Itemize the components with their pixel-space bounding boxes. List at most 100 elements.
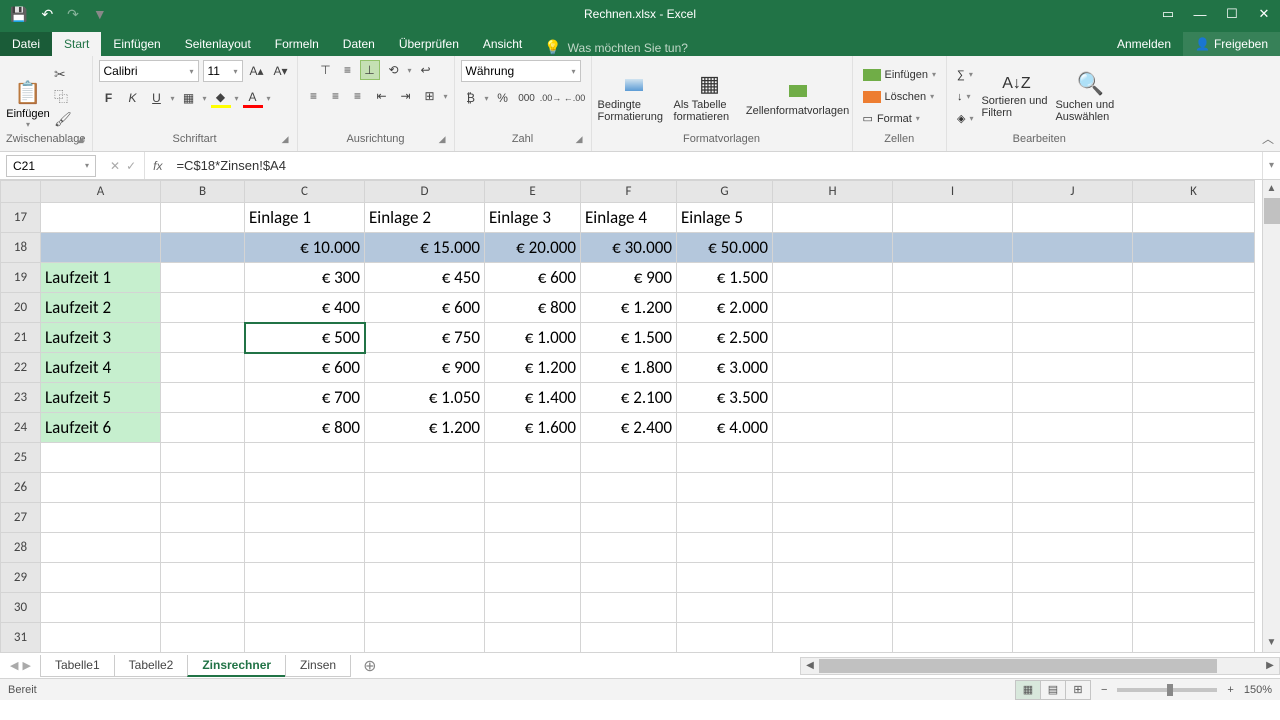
- save-icon[interactable]: 💾: [10, 6, 27, 23]
- cell[interactable]: [245, 473, 365, 503]
- cell[interactable]: [1133, 203, 1255, 233]
- cell[interactable]: [161, 383, 245, 413]
- cell[interactable]: [365, 593, 485, 623]
- autosum-button[interactable]: ∑▾: [953, 65, 977, 85]
- cell[interactable]: [161, 203, 245, 233]
- sheet-tab[interactable]: Zinsrechner: [187, 655, 286, 677]
- cell[interactable]: [161, 443, 245, 473]
- cell[interactable]: € 2.500: [677, 323, 773, 353]
- cell[interactable]: [893, 353, 1013, 383]
- cell[interactable]: [1133, 233, 1255, 263]
- row-header[interactable]: 31: [1, 623, 41, 653]
- cell[interactable]: € 500: [245, 323, 365, 353]
- percent-icon[interactable]: %: [493, 88, 513, 108]
- align-middle-icon[interactable]: ≡: [338, 60, 358, 80]
- ribbon-display-icon[interactable]: ▭: [1152, 0, 1184, 28]
- row-header[interactable]: 28: [1, 533, 41, 563]
- add-sheet-button[interactable]: ⊕: [351, 656, 388, 676]
- cell[interactable]: € 900: [581, 263, 677, 293]
- cell[interactable]: [41, 593, 161, 623]
- cell[interactable]: € 300: [245, 263, 365, 293]
- align-left-icon[interactable]: ≡: [304, 86, 324, 106]
- cell[interactable]: [773, 593, 893, 623]
- row-header[interactable]: 18: [1, 233, 41, 263]
- cell[interactable]: € 800: [485, 293, 581, 323]
- cell[interactable]: [1013, 323, 1133, 353]
- zoom-level[interactable]: 150%: [1244, 684, 1272, 696]
- cell[interactable]: [893, 413, 1013, 443]
- orientation-icon[interactable]: ⟲: [384, 60, 404, 80]
- cell[interactable]: [161, 503, 245, 533]
- paste-button[interactable]: 📋 Einfügen ▾: [6, 65, 50, 129]
- column-header[interactable]: H: [773, 181, 893, 203]
- cell[interactable]: [1013, 593, 1133, 623]
- cell[interactable]: [677, 563, 773, 593]
- cell[interactable]: [773, 323, 893, 353]
- cell[interactable]: [773, 293, 893, 323]
- bold-button[interactable]: F: [99, 88, 119, 108]
- expand-formula-bar-icon[interactable]: ▾: [1262, 152, 1280, 179]
- find-select-button[interactable]: 🔍Suchen und Auswählen: [1055, 71, 1125, 123]
- cell[interactable]: [893, 323, 1013, 353]
- decrease-decimal-icon[interactable]: ←.00: [565, 88, 585, 108]
- tab-file[interactable]: Datei: [0, 32, 52, 56]
- cell[interactable]: [893, 473, 1013, 503]
- cell[interactable]: € 1.600: [485, 413, 581, 443]
- cell[interactable]: Einlage 2: [365, 203, 485, 233]
- cell[interactable]: [677, 503, 773, 533]
- cell[interactable]: € 750: [365, 323, 485, 353]
- cell[interactable]: Einlage 1: [245, 203, 365, 233]
- cell[interactable]: [161, 413, 245, 443]
- cell[interactable]: [245, 623, 365, 653]
- row-header[interactable]: 26: [1, 473, 41, 503]
- cell[interactable]: [1133, 563, 1255, 593]
- copy-icon[interactable]: ⿻: [54, 87, 72, 107]
- cell[interactable]: [161, 353, 245, 383]
- cell[interactable]: [1013, 443, 1133, 473]
- row-header[interactable]: 24: [1, 413, 41, 443]
- clear-button[interactable]: ◈▾: [953, 109, 977, 129]
- scroll-down-icon[interactable]: ▼: [1263, 634, 1280, 652]
- cell[interactable]: [773, 473, 893, 503]
- cell[interactable]: [1133, 623, 1255, 653]
- cancel-formula-icon[interactable]: ✕: [110, 159, 120, 173]
- cell[interactable]: [677, 593, 773, 623]
- tab-start[interactable]: Start: [52, 32, 101, 56]
- cell[interactable]: [773, 383, 893, 413]
- cell[interactable]: € 1.200: [581, 293, 677, 323]
- cell[interactable]: € 800: [245, 413, 365, 443]
- cell[interactable]: [1133, 413, 1255, 443]
- cell[interactable]: € 20.000: [485, 233, 581, 263]
- row-header[interactable]: 29: [1, 563, 41, 593]
- cell[interactable]: [485, 533, 581, 563]
- cell[interactable]: [773, 503, 893, 533]
- cell[interactable]: € 3.500: [677, 383, 773, 413]
- underline-button[interactable]: U: [147, 88, 167, 108]
- cell[interactable]: € 1.050: [365, 383, 485, 413]
- cell[interactable]: [161, 293, 245, 323]
- cell[interactable]: [1133, 263, 1255, 293]
- cell[interactable]: [161, 473, 245, 503]
- cell[interactable]: [485, 623, 581, 653]
- tab-review[interactable]: Überprüfen: [387, 32, 471, 56]
- column-header[interactable]: F: [581, 181, 677, 203]
- enter-formula-icon[interactable]: ✓: [126, 159, 136, 173]
- cell[interactable]: [161, 233, 245, 263]
- share-button[interactable]: 👤 Freigeben: [1183, 32, 1280, 56]
- cell[interactable]: [893, 443, 1013, 473]
- redo-icon[interactable]: ↷: [67, 6, 79, 23]
- cell[interactable]: [893, 503, 1013, 533]
- sheet-nav-next-icon[interactable]: ▶: [22, 659, 30, 672]
- cell[interactable]: [485, 503, 581, 533]
- borders-icon[interactable]: ▦: [179, 88, 199, 108]
- cell[interactable]: [1013, 473, 1133, 503]
- tab-view[interactable]: Ansicht: [471, 32, 534, 56]
- cell[interactable]: [41, 473, 161, 503]
- cell[interactable]: € 50.000: [677, 233, 773, 263]
- column-header[interactable]: D: [365, 181, 485, 203]
- signin-button[interactable]: Anmelden: [1105, 32, 1183, 56]
- cell[interactable]: € 1.800: [581, 353, 677, 383]
- cell[interactable]: [893, 263, 1013, 293]
- normal-view-button[interactable]: ▦: [1015, 680, 1041, 700]
- cell[interactable]: [365, 623, 485, 653]
